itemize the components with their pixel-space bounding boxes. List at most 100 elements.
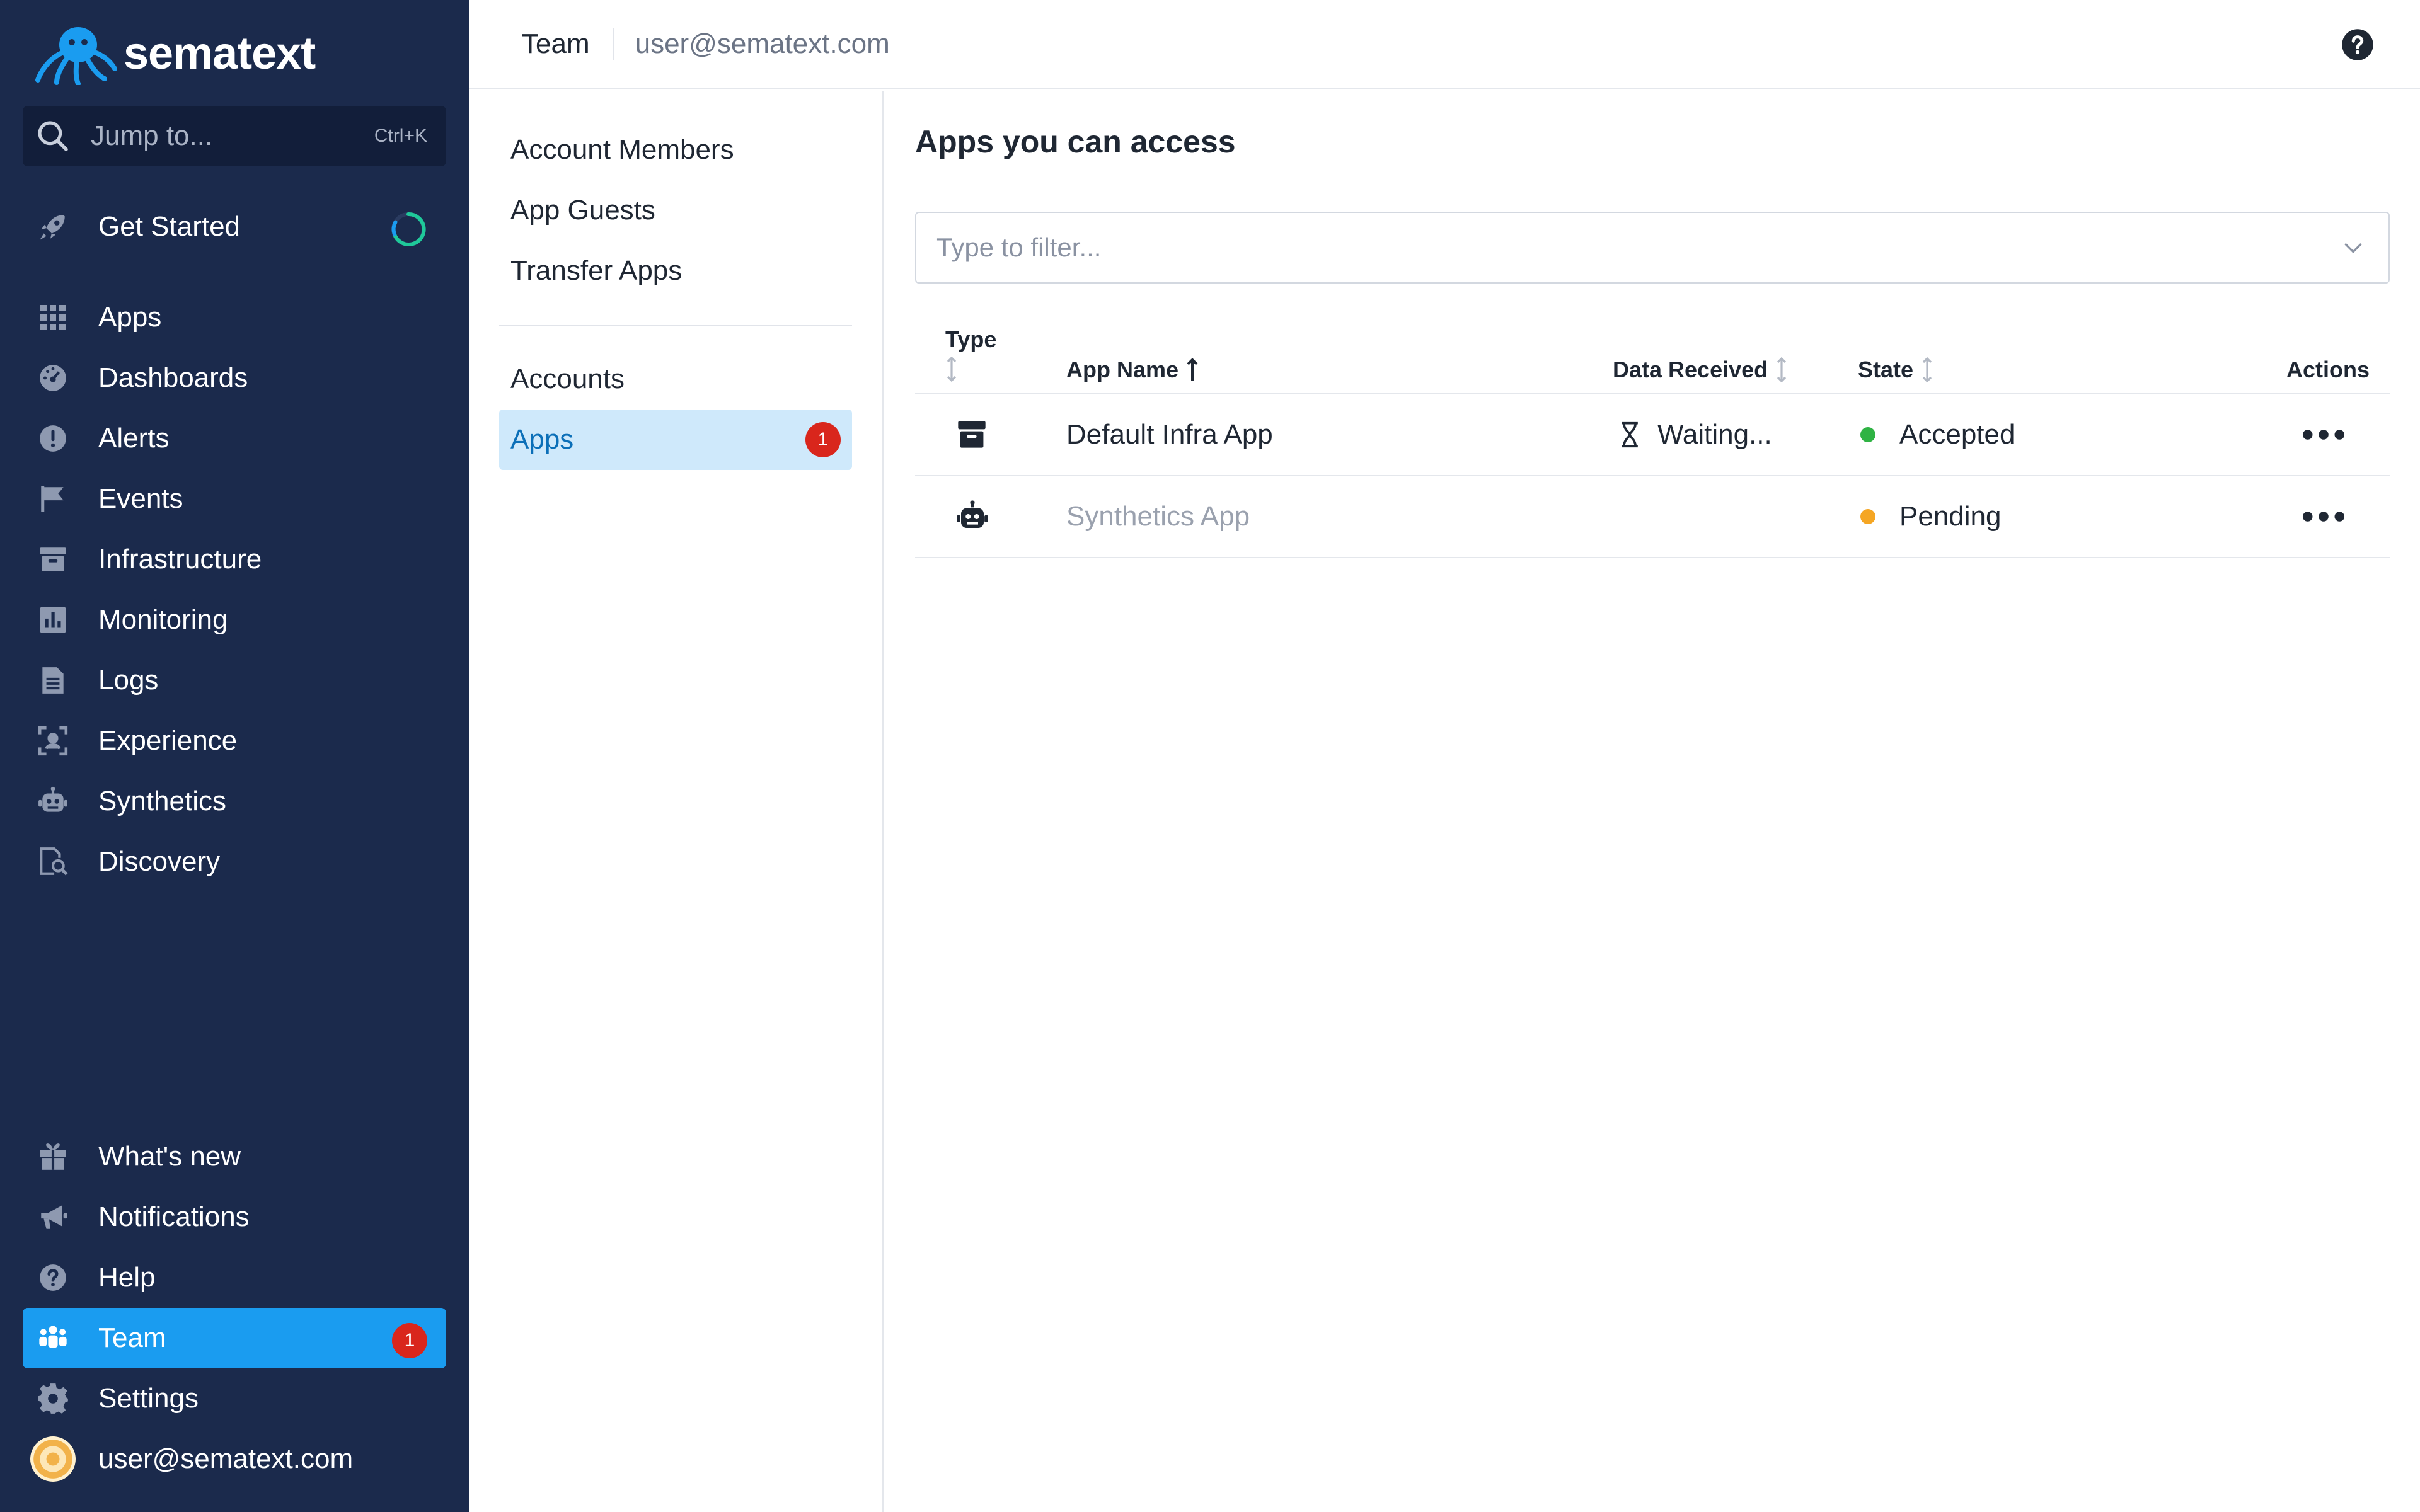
column-label: Data Received: [1613, 357, 1768, 382]
apps-notification-badge: 1: [805, 422, 841, 457]
sidebar-item-label: Infrastructure: [98, 544, 262, 575]
app-name[interactable]: Default Infra App: [1066, 394, 1273, 475]
sidebar-item-help[interactable]: Help: [23, 1247, 446, 1308]
grid-icon: [35, 300, 71, 335]
subnav-account-members[interactable]: Account Members: [499, 120, 852, 180]
user-focus-icon: [35, 723, 71, 759]
sidebar-item-infrastructure[interactable]: Infrastructure: [23, 529, 446, 590]
sidebar-item-user[interactable]: user@sematext.com: [23, 1429, 446, 1489]
table-row[interactable]: Default Infra App Waiting... Accepted: [915, 394, 2390, 476]
sidebar-item-label: Settings: [98, 1383, 199, 1414]
sidebar-item-label: Dashboards: [98, 362, 248, 393]
sidebar-item-team[interactable]: Team 1: [23, 1308, 446, 1368]
divider: [612, 28, 614, 60]
subnav-transfer-apps[interactable]: Transfer Apps: [499, 241, 852, 301]
column-data-received[interactable]: Data Received: [1613, 357, 1788, 383]
more-horizontal-icon[interactable]: [2302, 510, 2346, 523]
subnav-accounts[interactable]: Accounts: [499, 349, 852, 410]
hourglass-icon: [1622, 421, 1638, 448]
sidebar-item-label: Events: [98, 483, 183, 514]
robot-icon: [35, 784, 71, 819]
column-state[interactable]: State: [1858, 357, 1933, 383]
sidebar-item-whats-new[interactable]: What's new: [23, 1126, 446, 1187]
sidebar-item-logs[interactable]: Logs: [23, 650, 446, 711]
column-type[interactable]: Type: [945, 326, 996, 382]
octopus-icon: [35, 27, 117, 85]
sidebar-item-label: Alerts: [98, 423, 170, 454]
sidebar-item-label: Experience: [98, 725, 238, 756]
avatar: [30, 1436, 76, 1482]
sidebar-item-dashboards[interactable]: Dashboards: [23, 348, 446, 408]
sidebar-item-label: Team: [98, 1322, 166, 1353]
sort-icon[interactable]: [1775, 357, 1788, 382]
sidebar-item-label: Monitoring: [98, 604, 228, 635]
status-dot: [1860, 509, 1876, 524]
doc-search-icon: [35, 844, 71, 879]
sidebar-item-events[interactable]: Events: [23, 469, 446, 529]
sidebar-item-label: Discovery: [98, 846, 221, 877]
divider: [499, 325, 852, 326]
team-icon: [35, 1320, 71, 1356]
archive-icon: [35, 542, 71, 577]
sidebar-item-experience[interactable]: Experience: [23, 711, 446, 771]
team-notification-badge: 1: [392, 1323, 427, 1358]
main-content: Apps you can access Type App Name Data R…: [885, 91, 2420, 1512]
sidebar-item-monitoring[interactable]: Monitoring: [23, 590, 446, 650]
more-horizontal-icon[interactable]: [2302, 428, 2346, 441]
sort-asc-icon[interactable]: [1186, 357, 1199, 382]
alert-icon: [35, 421, 71, 456]
sidebar-item-notifications[interactable]: Notifications: [23, 1187, 446, 1247]
megaphone-icon: [35, 1200, 71, 1235]
robot-icon: [955, 476, 989, 557]
help-icon[interactable]: [2341, 28, 2375, 62]
document-icon: [35, 663, 71, 698]
chevron-down-icon[interactable]: [2341, 235, 2366, 260]
sidebar-item-label: Logs: [98, 665, 159, 696]
sidebar-item-discovery[interactable]: Discovery: [23, 832, 446, 892]
bar-chart-icon: [35, 602, 71, 638]
filter-input[interactable]: [936, 232, 2341, 263]
app-name[interactable]: Synthetics App: [1066, 476, 1250, 557]
sort-icon[interactable]: [1921, 357, 1933, 382]
subnav-apps[interactable]: Apps 1: [499, 410, 852, 470]
search-icon: [38, 121, 68, 151]
gear-icon: [35, 1381, 71, 1416]
shortcut-hint: Ctrl+K: [374, 125, 427, 146]
sidebar-item-synthetics[interactable]: Synthetics: [23, 771, 446, 832]
status-badge: Accepted: [1899, 419, 2015, 450]
sidebar-item-label: What's new: [98, 1141, 241, 1172]
sidebar-item-label: Apps: [98, 302, 162, 333]
filter-select[interactable]: [915, 212, 2390, 284]
sidebar-item-apps[interactable]: Apps: [23, 287, 446, 348]
top-bar: Team user@sematext.com: [469, 0, 2420, 89]
section-title: Apps you can access: [915, 124, 1236, 159]
current-user-email: user@sematext.com: [635, 28, 890, 59]
sidebar-item-label: Synthetics: [98, 786, 226, 816]
sematext-logo[interactable]: sematext: [35, 19, 316, 88]
sort-icon[interactable]: [945, 357, 958, 382]
team-subnav: Account Members App Guests Transfer Apps…: [469, 91, 884, 1512]
sidebar-item-alerts[interactable]: Alerts: [23, 408, 446, 469]
help-icon: [35, 1260, 71, 1295]
subnav-app-guests[interactable]: App Guests: [499, 180, 852, 241]
sidebar-item-get-started[interactable]: Get Started: [23, 197, 446, 257]
table-header: Type App Name Data Received State Action…: [915, 318, 2390, 394]
column-app-name[interactable]: App Name: [1066, 357, 1199, 383]
page-title: Team: [522, 28, 590, 59]
status-badge: Pending: [1899, 501, 2002, 532]
sidebar: sematext Jump to... Ctrl+K Get Started A…: [0, 0, 469, 1512]
row-actions-button[interactable]: [2302, 394, 2346, 475]
jump-to-search[interactable]: Jump to... Ctrl+K: [23, 106, 446, 166]
column-label: State: [1858, 357, 1914, 382]
progress-ring-icon: [391, 212, 426, 246]
data-received-text: Waiting...: [1657, 419, 1772, 450]
column-label: Actions: [2286, 357, 2370, 382]
sidebar-item-settings[interactable]: Settings: [23, 1368, 446, 1429]
brand-name: sematext: [124, 28, 316, 79]
column-label: App Name: [1066, 357, 1179, 382]
table-row[interactable]: Synthetics App Pending: [915, 476, 2390, 558]
state: Accepted: [1860, 394, 2015, 475]
sidebar-item-label: Notifications: [98, 1201, 250, 1232]
row-actions-button[interactable]: [2302, 476, 2346, 557]
flag-icon: [35, 481, 71, 517]
